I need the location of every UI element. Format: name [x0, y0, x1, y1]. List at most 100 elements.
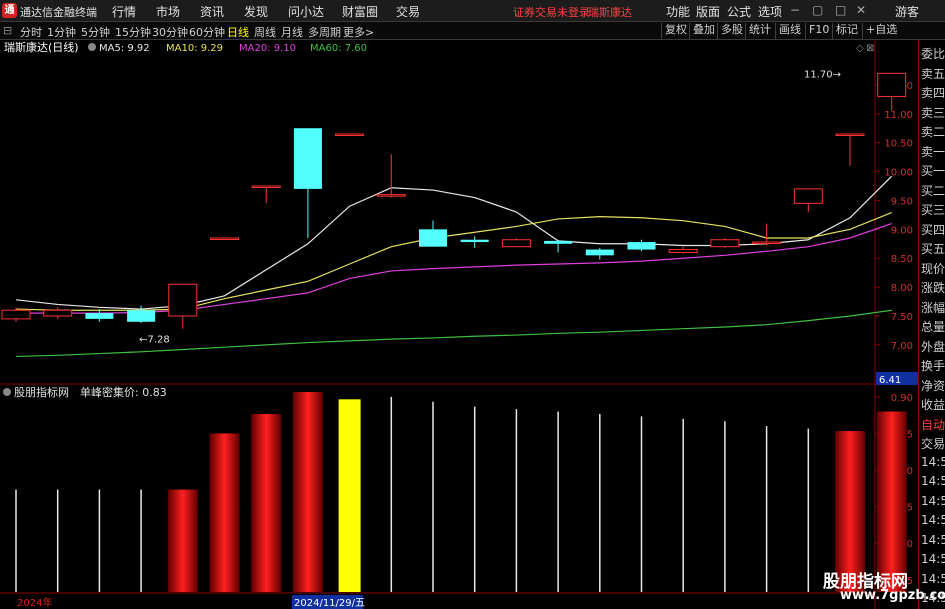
quote-label: 14:56 — [921, 474, 945, 488]
price-tick-label: 8.50 — [891, 254, 913, 265]
quote-label: 卖二 — [921, 125, 945, 139]
candle-body — [43, 309, 73, 317]
f10-button[interactable]: F10 — [805, 23, 832, 39]
tab-60min[interactable]: 60分钟 — [189, 24, 225, 40]
price-tick-label: 10.50 — [884, 139, 913, 150]
indicator-dot-icon[interactable] — [3, 388, 11, 396]
tab-15min[interactable]: 15分钟 — [115, 24, 151, 40]
price-tick-label: 8.00 — [891, 283, 913, 294]
multi-stock-button[interactable]: 多股 — [717, 23, 746, 39]
quote-panel: 委比 卖五 卖四 卖三 卖二 卖一 买一 买二 买三 买四 买五 现价 涨跌 涨幅 总量 外盘 换手 净资 收益 自动… — [918, 40, 945, 609]
period-toolbar: ⊟ 分时 1分钟 5分钟 15分钟 30分钟 60分钟 日线 周线 月线 多周期… — [0, 22, 945, 40]
quote-label: 外盘 — [921, 339, 945, 354]
quote-label: 自动 — [921, 417, 945, 432]
guest-label[interactable]: 游客 — [895, 3, 919, 20]
tab-5min[interactable]: 5分钟 — [81, 24, 110, 40]
candle-body — [127, 310, 156, 322]
menu-bar: 通 通达信金融终端 行情 市场 资讯 发现 问小达 财富圈 交易 证券交易未登录… — [0, 0, 945, 22]
candle-body — [877, 72, 907, 97]
chart-area[interactable]: 瑞斯康达(日线) MA5: 9.92 MA10: 9.29 MA20: 9.10… — [0, 40, 918, 609]
indicator-bar-red — [251, 413, 282, 592]
candle-body — [376, 194, 406, 197]
indicator-bar-red — [209, 433, 240, 592]
candle-body — [710, 239, 740, 248]
date-label: 2024/11/29/五 — [294, 598, 365, 609]
menu-item-trade[interactable]: 交易 — [396, 3, 420, 20]
restore-rights-button[interactable]: 复权 — [661, 23, 690, 39]
login-warning[interactable]: 证券交易未登录 — [513, 4, 590, 20]
indicator-bar-red — [292, 392, 323, 592]
quote-label: 委比 — [921, 47, 945, 61]
maximize-icon[interactable]: □ — [835, 3, 846, 17]
quote-label: 买五 — [921, 242, 945, 256]
current-price-label: 6.41 — [879, 375, 901, 386]
diamond-icon[interactable]: ◇ — [856, 43, 864, 54]
draw-line-button[interactable]: 画线 — [775, 23, 804, 39]
candle-body — [627, 242, 656, 250]
quote-label: 卖一 — [921, 144, 945, 159]
pane-close-icon[interactable]: ⊠ — [866, 43, 874, 54]
candle-body — [501, 239, 531, 248]
high-annotation: 11.70→ — [804, 69, 841, 80]
candle-body — [585, 249, 614, 256]
menu-item-function[interactable]: 功能 — [666, 3, 690, 20]
quote-label: 14:56 — [921, 532, 945, 547]
candle-body — [210, 237, 239, 240]
ma60-label: MA60: 7.60 — [310, 43, 367, 54]
ma10-line — [15, 212, 892, 311]
menu-item-options[interactable]: 选项 — [758, 3, 782, 20]
menu-item-fortune[interactable]: 财富圈 — [342, 3, 378, 20]
price-tick-label: 9.50 — [891, 196, 913, 207]
price-tick-label: 10.00 — [884, 168, 913, 179]
candle-body — [793, 188, 823, 204]
tab-intraday[interactable]: 分时 — [20, 24, 42, 40]
menu-item-discover[interactable]: 发现 — [244, 3, 268, 20]
overlay-button[interactable]: 叠加 — [689, 23, 718, 39]
candle-body — [293, 128, 322, 189]
menu-item-news[interactable]: 资讯 — [200, 3, 224, 20]
settings-dot-icon[interactable] — [88, 43, 96, 51]
candle-body — [168, 283, 198, 317]
candle-body — [544, 240, 573, 244]
quote-label: 交易 — [921, 437, 945, 451]
price-tick-label: 7.00 — [891, 341, 913, 352]
minimize-icon[interactable]: − — [790, 3, 800, 17]
quote-label: 总量 — [921, 320, 945, 334]
year-label: 2024年 — [17, 596, 52, 609]
candle-body — [460, 239, 489, 243]
tab-multi-period[interactable]: 多周期 — [308, 24, 341, 40]
candle-body — [251, 185, 281, 188]
menu-item-layout[interactable]: 版面 — [696, 3, 720, 20]
tab-1min[interactable]: 1分钟 — [47, 24, 76, 40]
indicator-bar-yellow — [338, 399, 361, 592]
quote-label: 14:56 — [921, 513, 945, 527]
quote-label: 14:56 — [921, 571, 945, 586]
tab-more[interactable]: 更多> — [343, 24, 374, 40]
quote-label: 14:56 — [921, 552, 945, 566]
quote-label: 卖四 — [921, 86, 945, 100]
close-icon[interactable]: ✕ — [856, 3, 866, 17]
mark-button[interactable]: 标记 — [832, 23, 861, 39]
menu-item-market[interactable]: 行情 — [112, 3, 136, 20]
quote-label: 买一 — [921, 164, 945, 178]
add-watchlist-button[interactable]: +自选 — [862, 23, 900, 39]
candle-body — [1, 309, 31, 320]
indicator-title: 股朋指标网 — [14, 385, 69, 399]
quote-label: 收益 — [921, 398, 945, 412]
tab-weekly[interactable]: 周线 — [254, 24, 276, 40]
statistics-button[interactable]: 统计 — [745, 23, 774, 39]
tab-30min[interactable]: 30分钟 — [152, 24, 188, 40]
quote-label: 买三 — [921, 203, 945, 217]
quote-label: 14:56 — [921, 493, 945, 508]
menu-item-ask[interactable]: 问小达 — [288, 3, 324, 20]
restore-icon[interactable]: ▢ — [812, 3, 823, 17]
candle-body — [85, 313, 114, 319]
tab-monthly[interactable]: 月线 — [281, 24, 303, 40]
stock-name-label: 瑞斯康达 — [588, 6, 632, 19]
tab-daily[interactable]: 日线 — [227, 24, 249, 40]
low-annotation: ←7.28 — [139, 335, 170, 346]
collapse-icon[interactable]: ⊟ — [3, 24, 12, 37]
menu-item-formula[interactable]: 公式 — [727, 3, 751, 20]
ind-tick-label: 0.90 — [891, 393, 913, 404]
menu-item-exchange[interactable]: 市场 — [156, 3, 180, 20]
